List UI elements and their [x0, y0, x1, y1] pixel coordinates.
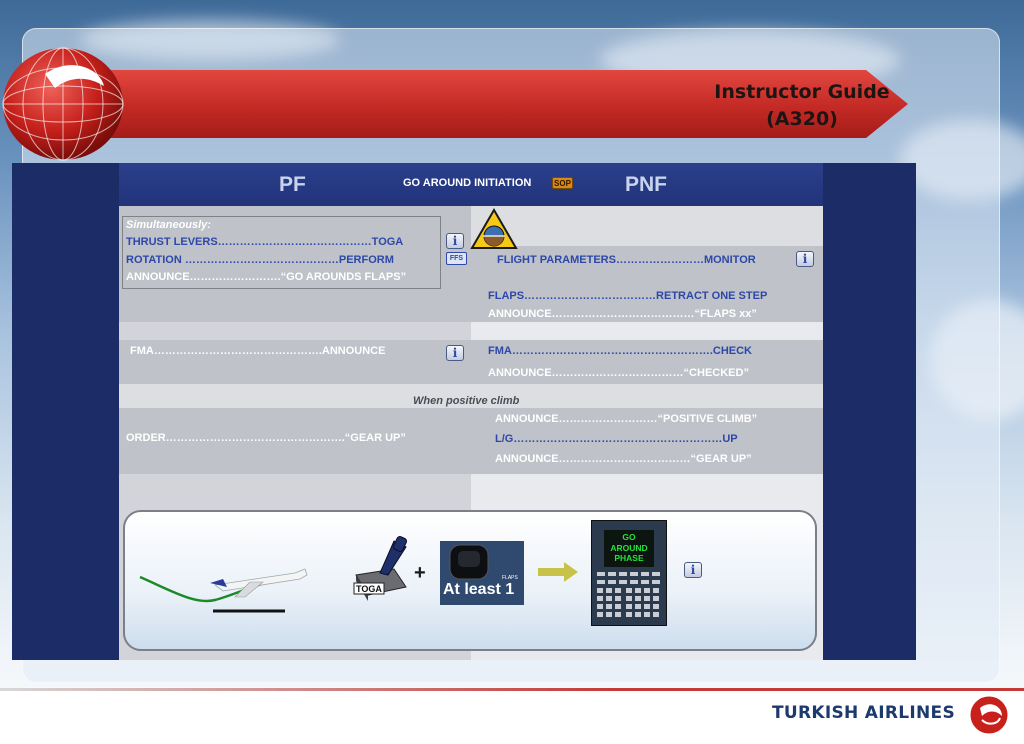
pnf-flaps: FLAPS………………………………RETRACT ONE STEP [488, 290, 768, 302]
pnf-heading: PNF [625, 173, 667, 196]
arrow-right-icon [538, 562, 578, 582]
pnf-announce-gear-up: ANNOUNCE………………………………“GEAR UP” [495, 453, 752, 465]
info-icon[interactable]: i [796, 251, 814, 267]
row-band [471, 206, 823, 246]
pnf-flight-parameters: FLIGHT PARAMETERS……………………MONITOR [497, 254, 756, 266]
banner-title: Instructor Guide (A320) [712, 79, 892, 132]
pf-rotation: ROTATION ……………………………………PERFORM [126, 254, 394, 266]
flaps-lever-icon [449, 544, 489, 580]
procedure-header: PF GO AROUND INITIATION SOP PNF [119, 163, 823, 206]
sop-badge[interactable]: SOP [552, 177, 573, 189]
pnf-fma: FMA……………………………………………….CHECK [488, 345, 752, 357]
pnf-announce-flaps-xx: ANNOUNCE…………………………………“FLAPS xx” [488, 308, 757, 320]
pf-announce-flaps: ANNOUNCE…………………….“GO AROUNDS FLAPS” [126, 271, 407, 283]
turkish-airlines-globe-logo [0, 46, 126, 162]
airplane-icon [210, 568, 308, 598]
flaps-caption: At least 1 [443, 581, 515, 598]
info-icon[interactable]: i [684, 562, 702, 578]
procedure-title: GO AROUND INITIATION [403, 177, 532, 189]
pf-thrust-levers: THRUST LEVERS……………………………………TOGA [126, 236, 404, 248]
pf-fma: FMA……………………………………….ANNOUNCE [130, 345, 386, 357]
go-around-flight-path [139, 568, 308, 613]
footer-brand-name: TURKISH AIRLINES [772, 703, 955, 723]
banner-title-line2: (A320) [766, 107, 838, 130]
turkish-airlines-logo-icon [968, 694, 1010, 736]
pnf-landing-gear: L/G…………………………………………………UP [495, 433, 738, 445]
toga-label: TOGA [356, 584, 382, 594]
info-icon[interactable]: i [446, 233, 464, 249]
pnf-announce-checked: ANNOUNCE………………………………“CHECKED” [488, 367, 749, 379]
caution-triangle-icon[interactable] [470, 208, 518, 250]
mcdu-keypad [597, 572, 660, 617]
footer-divider [0, 688, 1024, 691]
plus-sign: + [414, 562, 426, 584]
simultaneously-label: Simultaneously: [126, 219, 211, 231]
when-positive-climb-label: When positive climb [413, 395, 520, 407]
pf-heading: PF [279, 173, 306, 196]
info-icon[interactable]: i [446, 345, 464, 361]
banner-title-line1: Instructor Guide [714, 81, 890, 103]
ffs-badge[interactable]: FFS [446, 252, 467, 265]
mcdu-go-around-phase: GO AROUND PHASE [610, 532, 648, 563]
pnf-announce-positive-climb: ANNOUNCE………………………“POSITIVE CLIMB” [495, 413, 758, 425]
pf-order-gear: ORDER………………………………………….“GEAR UP” [126, 432, 406, 444]
